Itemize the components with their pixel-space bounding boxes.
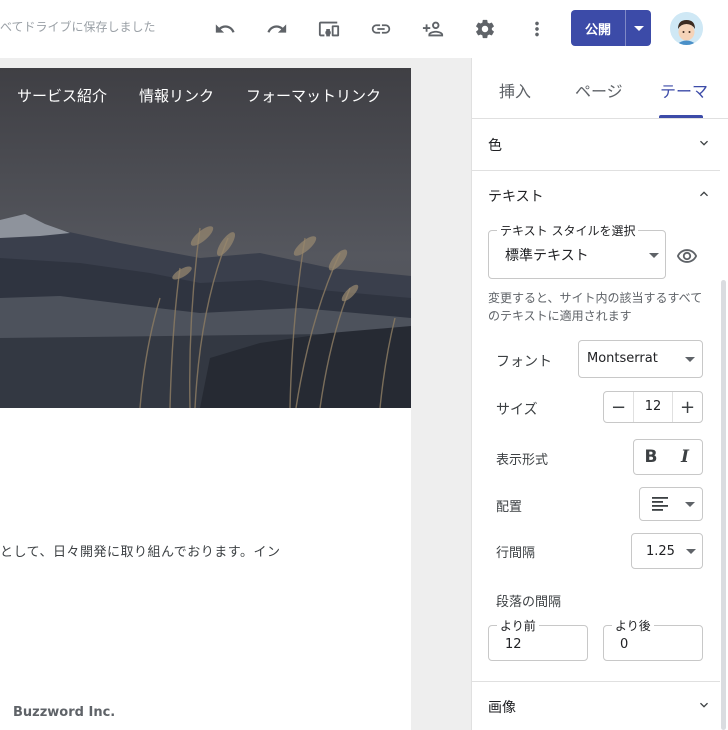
caret-down-icon <box>633 25 644 31</box>
caret-down-icon <box>686 549 696 554</box>
save-status: べてドライブに保存しました <box>0 20 156 34</box>
tab-insert[interactable]: 挿入 <box>499 78 531 102</box>
link-icon[interactable] <box>366 14 396 44</box>
nav-item-info-links[interactable]: 情報リンク <box>139 85 214 106</box>
line-spacing-select[interactable]: 1.25 <box>631 533 703 569</box>
caret-down-icon <box>685 502 695 507</box>
top-toolbar: べてドライブに保存しました 公開 <box>0 0 728 58</box>
space-before-legend: より前 <box>497 617 539 634</box>
size-increase-button[interactable]: + <box>672 392 702 422</box>
space-before-value: 12 <box>505 637 522 652</box>
size-decrease-button[interactable]: − <box>604 392 634 422</box>
space-before-field[interactable]: より前 12 <box>488 617 588 661</box>
size-value[interactable]: 12 <box>635 399 671 414</box>
settings-icon[interactable] <box>470 14 500 44</box>
active-tab-indicator <box>659 115 703 118</box>
text-style-select[interactable]: テキスト スタイルを選択 標準テキスト <box>488 222 666 279</box>
align-select[interactable] <box>639 487 703 521</box>
site-nav: サービス紹介 情報リンク フォーマットリンク <box>0 85 411 107</box>
caret-down-icon <box>649 253 659 258</box>
italic-button[interactable]: I <box>668 440 702 474</box>
eye-icon[interactable] <box>676 245 700 269</box>
publish-options-button[interactable] <box>626 10 651 46</box>
section-image-header[interactable]: 画像 <box>472 682 720 730</box>
tab-pages[interactable]: ページ <box>575 78 623 102</box>
text-style-help: 変更すると、サイト内の該当するすべてのテキストに適用されます <box>488 291 703 323</box>
hero-image <box>0 68 411 408</box>
section-color-label: 色 <box>488 138 502 154</box>
chevron-down-icon <box>696 135 712 151</box>
section-color-header[interactable]: 色 <box>472 120 720 170</box>
caret-down-icon <box>685 357 695 362</box>
more-icon[interactable] <box>522 14 552 44</box>
site-page: サービス紹介 情報リンク フォーマットリンク として、日々開発に取り組んでおりま… <box>0 68 411 730</box>
align-label: 配置 <box>496 500 523 515</box>
font-select[interactable]: Montserrat <box>578 340 703 378</box>
body-paragraph[interactable]: として、日々開発に取り組んでおります。イン <box>0 541 281 560</box>
avatar[interactable] <box>670 12 703 45</box>
tab-themes[interactable]: テーマ <box>660 78 708 102</box>
preview-devices-icon[interactable] <box>314 14 344 44</box>
undo-icon[interactable] <box>210 14 240 44</box>
publish-button-group: 公開 <box>571 10 651 46</box>
space-after-field[interactable]: より後 0 <box>603 617 703 661</box>
nav-item-services[interactable]: サービス紹介 <box>17 85 107 106</box>
section-text-header[interactable]: テキスト <box>472 171 720 221</box>
panel-tabs: 挿入 ページ テーマ <box>472 58 728 119</box>
chevron-down-icon <box>696 697 712 713</box>
site-footer[interactable]: Buzzword Inc. <box>13 705 115 720</box>
format-label: 表示形式 <box>496 453 549 468</box>
text-style-value: 標準テキスト <box>505 248 589 264</box>
editor-canvas: サービス紹介 情報リンク フォーマットリンク として、日々開発に取り組んでおりま… <box>0 58 471 730</box>
panel-scrollbar[interactable] <box>721 280 726 730</box>
align-left-icon <box>652 496 670 512</box>
paragraph-spacing-label: 段落の間隔 <box>496 595 562 610</box>
hero-banner: サービス紹介 情報リンク フォーマットリンク <box>0 68 411 408</box>
line-spacing-label: 行間隔 <box>496 546 536 561</box>
line-spacing-value: 1.25 <box>646 544 675 559</box>
size-label: サイズ <box>496 402 538 418</box>
format-toggle-group: B I <box>633 439 703 475</box>
share-icon[interactable] <box>418 14 448 44</box>
size-stepper: − 12 + <box>603 391 703 423</box>
publish-button[interactable]: 公開 <box>571 10 625 46</box>
font-value: Montserrat <box>587 351 658 366</box>
text-style-legend: テキスト スタイルを選択 <box>497 222 639 239</box>
nav-item-format-links[interactable]: フォーマットリンク <box>246 85 381 106</box>
space-after-legend: より後 <box>612 617 654 634</box>
font-label: フォント <box>496 354 552 370</box>
section-image-label: 画像 <box>488 700 516 716</box>
chevron-up-icon <box>696 186 712 202</box>
space-after-value: 0 <box>620 637 629 652</box>
side-panel: 挿入 ページ テーマ 色 テキスト テキスト スタイルを選択 標準テキスト 変更… <box>471 58 728 730</box>
bold-button[interactable]: B <box>634 440 668 474</box>
section-text-label: テキスト <box>488 189 544 205</box>
redo-icon[interactable] <box>262 14 292 44</box>
